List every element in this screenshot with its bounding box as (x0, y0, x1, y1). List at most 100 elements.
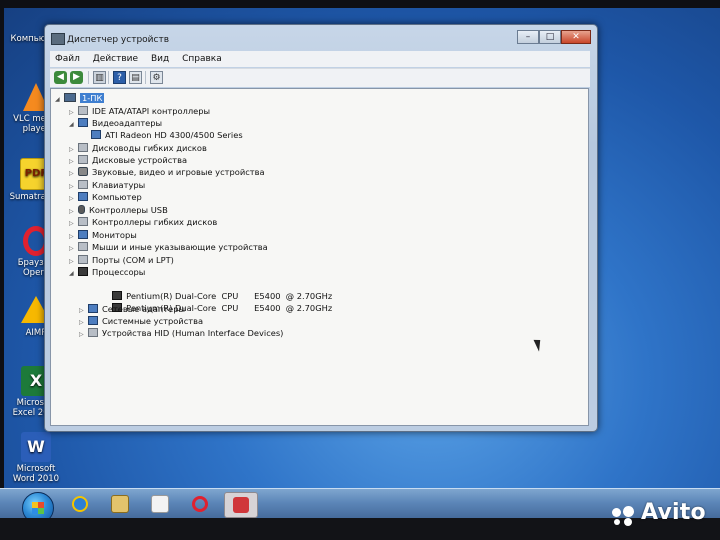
help-icon[interactable]: ? (113, 71, 126, 84)
scan-hardware-icon[interactable]: ⚙ (150, 71, 163, 84)
taskbar-opera[interactable] (184, 492, 216, 516)
tree-category[interactable]: ▷ IDE ATA/ATAPI контроллеры (69, 105, 210, 117)
tree-category[interactable]: ▷ Контроллеры гибких дисков (69, 216, 217, 228)
tree-category-label: Процессоры (92, 267, 146, 277)
avito-text: Avito (641, 500, 706, 525)
tree-device[interactable]: Pentium(R) Dual-Core CPU E5400 @ 2.70GHz (91, 278, 332, 301)
monitor-icon (78, 230, 88, 239)
taskbar-device-manager[interactable] (224, 492, 258, 518)
tree-category-label: Системные устройства (102, 316, 204, 326)
tree-category[interactable]: ◢ Процессоры (69, 266, 145, 278)
menu-bar: Файл Действие Вид Справка (50, 51, 590, 67)
tree-category[interactable]: ▷ Звуковые, видео и игровые устройства (69, 166, 265, 178)
show-hide-tree-icon[interactable]: ▥ (93, 71, 106, 84)
tree-category[interactable]: ▷ Дисководы гибких дисков (69, 142, 207, 154)
tree-category-label: Контроллеры USB (89, 205, 168, 215)
toolbar-separator (88, 71, 89, 84)
disk-drive-icon (78, 155, 88, 164)
tree-device[interactable]: ATI Radeon HD 4300/4500 Series (91, 129, 243, 141)
device-manager-icon (51, 33, 65, 45)
windows-logo-icon (32, 502, 44, 514)
mouse-icon (78, 242, 88, 251)
tree-device[interactable]: Pentium(R) Dual-Core CPU E5400 @ 2.70GHz (91, 290, 332, 313)
expand-arrow-icon[interactable]: ▷ (79, 329, 88, 341)
title-bar[interactable]: Диспетчер устройств – □ ✕ (45, 25, 597, 49)
tree-category[interactable]: ▷ Компьютер (69, 191, 142, 203)
forward-arrow-icon[interactable]: ▶ (70, 71, 83, 84)
tree-category-label: Мониторы (92, 230, 137, 240)
tree-category[interactable]: ▷ Мыши и иные указывающие устройства (69, 241, 268, 253)
collapse-arrow-icon[interactable]: ◢ (69, 119, 78, 131)
device-tree-panel: ◢ 1-ПК ▷ IDE ATA/ATAPI контроллеры ◢ Видеоа… (50, 88, 589, 426)
collapse-arrow-icon[interactable]: ◢ (55, 94, 64, 106)
port-icon (78, 255, 88, 264)
back-arrow-icon[interactable]: ◀ (54, 71, 67, 84)
tree-category[interactable]: ▷ Дисковые устройства (69, 154, 187, 166)
keyboard-icon (78, 180, 88, 189)
word-icon: W (21, 432, 51, 462)
maximize-button[interactable]: □ (539, 30, 561, 44)
menu-view[interactable]: Вид (146, 51, 174, 66)
tree-category[interactable]: ◢ Видеоадаптеры (69, 117, 162, 129)
tree-category-label: Видеоадаптеры (92, 118, 163, 128)
tree-category-label: Дисковые устройства (92, 155, 188, 165)
hid-icon (88, 328, 98, 337)
network-adapter-icon (88, 304, 98, 313)
menu-help[interactable]: Справка (177, 51, 227, 66)
collapse-arrow-icon[interactable]: ◢ (69, 268, 78, 280)
minimize-button[interactable]: – (517, 30, 539, 44)
tree-category-label: Клавиатуры (92, 180, 146, 190)
display-adapter-icon (78, 118, 88, 127)
tree-category-label: IDE ATA/ATAPI контроллеры (92, 106, 211, 116)
usb-icon (78, 205, 85, 214)
floppy-controller-icon (78, 217, 88, 226)
internet-explorer-icon (72, 496, 88, 512)
floppy-drive-icon (78, 143, 88, 152)
toolbar-separator (145, 71, 146, 84)
tree-category[interactable]: ▷ Мониторы (69, 229, 137, 241)
tree-category-label: Контроллеры гибких дисков (92, 217, 218, 227)
menu-file[interactable]: Файл (50, 51, 85, 66)
tree-category[interactable]: ▷ Клавиатуры (69, 179, 145, 191)
screen-bezel-top (0, 0, 720, 8)
tree-category-label: Мыши и иные указывающие устройства (92, 242, 268, 252)
device-manager-icon (233, 497, 249, 513)
speaker-icon (78, 167, 88, 176)
tree-category-label: Порты (COM и LPT) (92, 255, 174, 265)
tree-category-label: Компьютер (92, 192, 142, 202)
system-device-icon (88, 316, 98, 325)
tree-category[interactable]: ▷ Устройства HID (Human Interface Devices… (79, 327, 283, 339)
desktop-icon-label: Microsoft Word 2010 (12, 464, 60, 484)
taskbar-internet-explorer[interactable] (64, 492, 96, 516)
screen-bezel-left (0, 0, 4, 540)
ide-controller-icon (78, 106, 88, 115)
avito-logo-icon (612, 506, 638, 526)
tree-category[interactable]: ▷ Порты (COM и LPT) (69, 254, 174, 266)
menu-action[interactable]: Действие (88, 51, 143, 66)
tree-device-label: ATI Radeon HD 4300/4500 Series (105, 130, 243, 140)
computer-icon (78, 192, 88, 201)
folder-icon (111, 495, 129, 513)
tree-category[interactable]: ▷ Контроллеры USB (69, 204, 168, 216)
taskbar-media-player[interactable] (144, 492, 176, 516)
tree-root-label: 1-ПК (80, 93, 105, 103)
opera-icon (192, 496, 208, 512)
desktop-icon-word[interactable]: W Microsoft Word 2010 (6, 432, 66, 484)
processor-icon (78, 267, 88, 276)
media-player-icon (151, 495, 169, 513)
tree-category[interactable]: ▷ Сетевые адаптеры (79, 303, 185, 315)
tree-root[interactable]: ◢ 1-ПК (55, 92, 105, 106)
toolbar-separator (108, 71, 109, 84)
tree-category-label: Устройства HID (Human Interface Devices) (102, 328, 284, 338)
toolbar: ◀ ▶ ▥ ? ▤ ⚙ (50, 68, 590, 87)
close-button[interactable]: ✕ (561, 30, 591, 44)
tree-category[interactable]: ▷ Системные устройства (79, 315, 203, 327)
tree-category-label: Дисководы гибких дисков (92, 143, 207, 153)
avito-watermark: Avito (612, 500, 706, 526)
tree-category-label: Звуковые, видео и игровые устройства (92, 167, 265, 177)
window-title: Диспетчер устройств (67, 35, 170, 45)
mouse-cursor-icon (533, 337, 545, 352)
taskbar-windows-explorer[interactable] (104, 492, 136, 516)
display-adapter-icon (91, 130, 101, 139)
properties-icon[interactable]: ▤ (129, 71, 142, 84)
